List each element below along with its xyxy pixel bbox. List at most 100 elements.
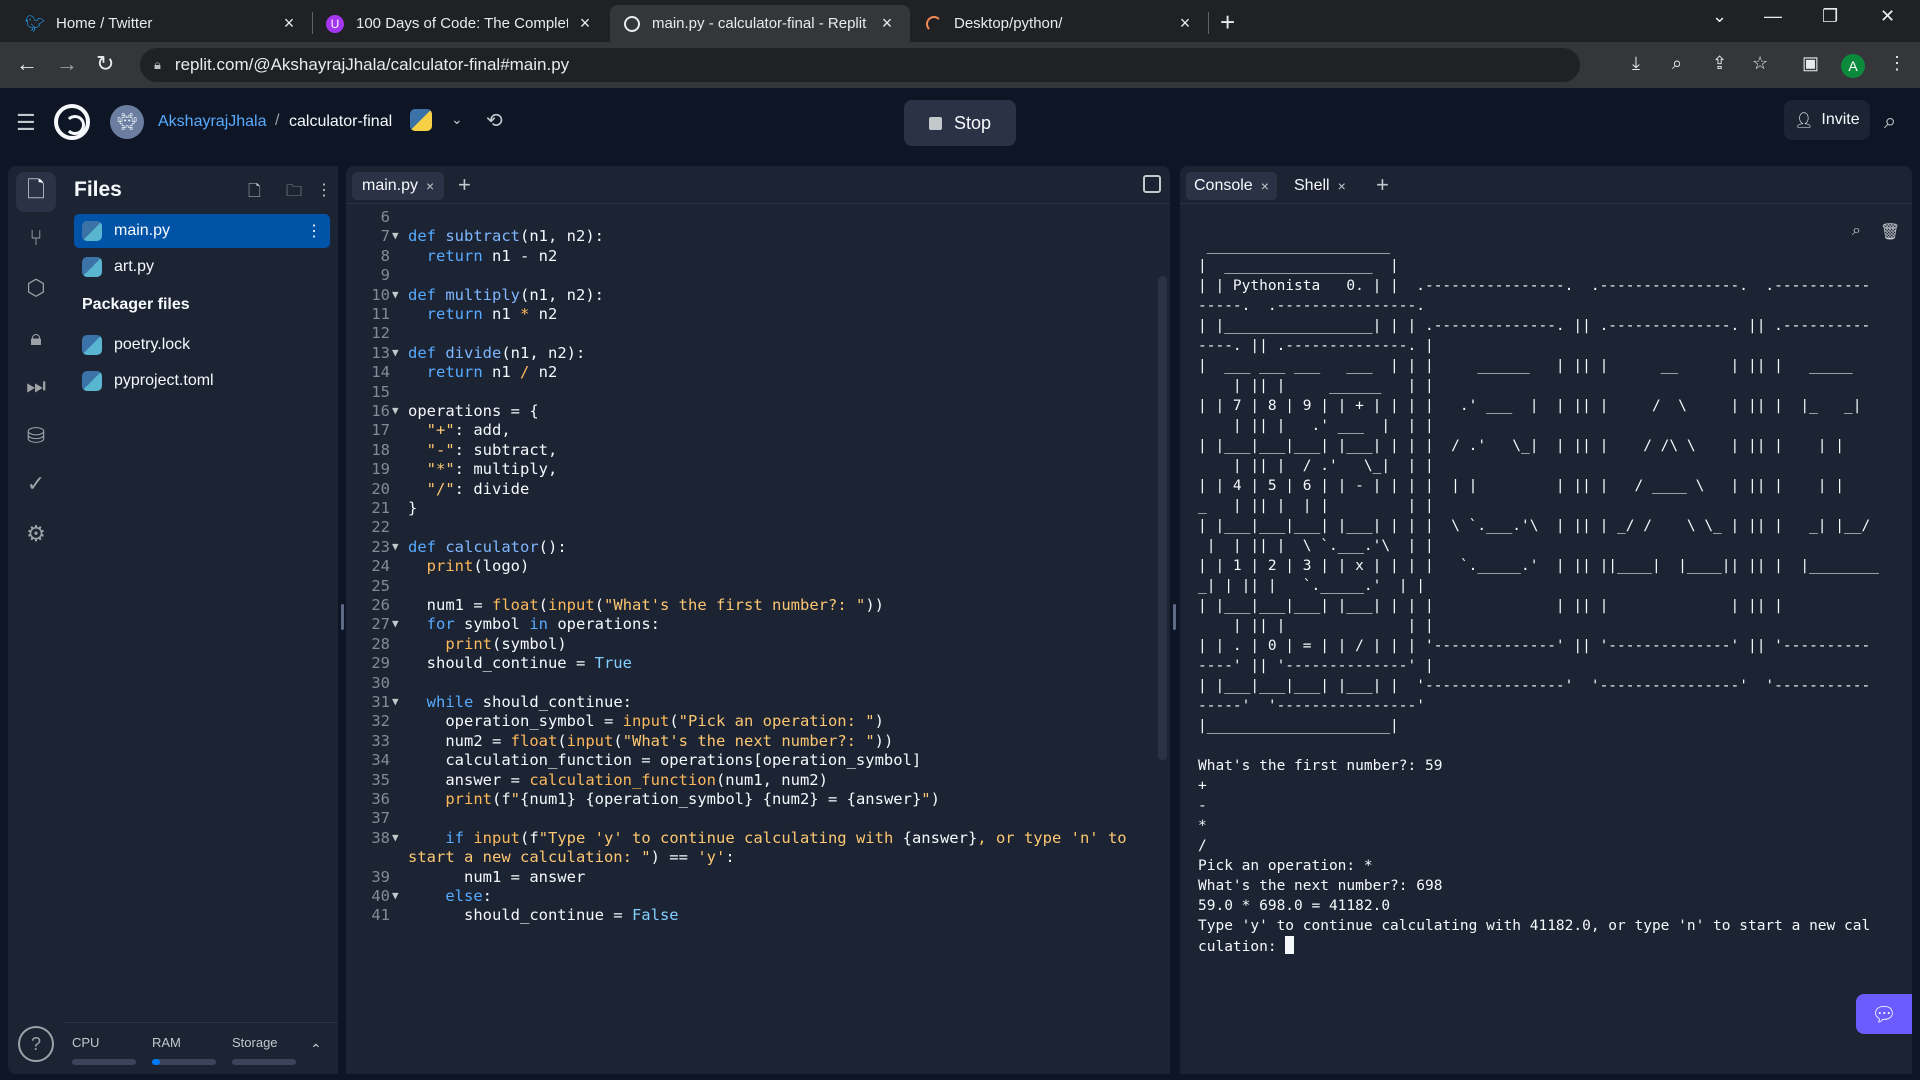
cpu-usage-bar <box>72 1059 136 1065</box>
file-item-poetry-lock[interactable]: poetry.lock <box>74 328 330 362</box>
browser-menu-icon[interactable]: ⋮ <box>1888 53 1906 74</box>
profile-avatar[interactable]: A <box>1841 54 1865 78</box>
stop-label: Stop <box>953 112 992 133</box>
replit-logo-icon[interactable] <box>54 104 90 140</box>
new-tab-button[interactable]: + <box>1220 7 1235 38</box>
file-options-icon[interactable]: ⋮ <box>306 221 322 241</box>
repl-name[interactable]: calculator-final <box>289 113 392 131</box>
close-tab-icon[interactable]: × <box>878 13 896 34</box>
tab-search-chevron-icon[interactable]: ⌄ <box>1712 6 1727 27</box>
bookmark-star-icon[interactable]: ☆ <box>1752 53 1768 74</box>
add-tab-icon[interactable]: + <box>1376 172 1389 198</box>
reload-icon[interactable]: ↻ <box>96 51 114 77</box>
close-window-button[interactable]: ✕ <box>1880 6 1895 27</box>
fold-arrow-icon[interactable]: ▼ <box>392 885 399 907</box>
chevron-down-icon[interactable]: ⌄ <box>451 111 463 128</box>
python-file-icon <box>82 221 102 241</box>
fold-arrow-icon[interactable]: ▼ <box>392 691 399 713</box>
chevron-up-icon[interactable]: ⌃ <box>310 1041 322 1058</box>
side-panel-icon[interactable]: ▣ <box>1802 53 1819 74</box>
close-icon[interactable]: × <box>1261 178 1269 194</box>
text-cursor <box>1285 936 1295 954</box>
code-text: return n1 / n2 <box>426 363 558 382</box>
forward-arrow-icon[interactable]: → <box>56 51 78 77</box>
close-tab-icon[interactable]: × <box>280 13 298 34</box>
back-arrow-icon[interactable]: ← <box>16 51 38 77</box>
new-file-icon[interactable]: 🗋︎ <box>248 180 261 207</box>
fold-arrow-icon[interactable]: ▼ <box>392 613 399 635</box>
console-tab-label: Console <box>1194 177 1253 194</box>
lock-icon: 🔒︎ <box>154 57 161 72</box>
unit-tests-check-icon[interactable]: ✓ <box>16 464 56 504</box>
close-icon[interactable]: × <box>1338 178 1346 194</box>
browser-tab-twitter[interactable]: 🐦︎ Home / Twitter × <box>12 5 312 42</box>
tab-shell[interactable]: Shell × <box>1286 172 1354 200</box>
packager-files-heading: Packager files <box>82 296 190 313</box>
help-icon[interactable]: ? <box>18 1026 54 1062</box>
files-menu-icon[interactable]: ⋮ <box>316 180 332 200</box>
file-item-art-py[interactable]: art.py <box>74 250 330 284</box>
search-icon[interactable]: ⌕ <box>1884 108 1896 134</box>
editor-tab-main-py[interactable]: main.py × <box>352 172 445 200</box>
hamburger-menu-icon[interactable]: ☰ <box>16 110 36 136</box>
code-area[interactable]: 6 7 ▼ def subtract(n1, n2): 8 return n1 - n2… <box>346 204 1156 1074</box>
file-item-main-py[interactable]: main.py ⋮ <box>74 214 330 248</box>
file-name: pyproject.toml <box>114 372 214 389</box>
add-tab-icon[interactable]: + <box>458 172 471 198</box>
install-app-icon[interactable]: ⤓ <box>1632 53 1640 74</box>
username-link[interactable]: AkshayrajJhala <box>158 113 267 131</box>
file-item-pyproject-toml[interactable]: pyproject.toml <box>74 364 330 398</box>
ram-usage-fill <box>152 1059 160 1065</box>
file-name: poetry.lock <box>114 336 191 353</box>
fold-arrow-icon[interactable]: ▼ <box>392 827 399 849</box>
python-language-icon[interactable] <box>410 109 432 131</box>
code-text: should_continue = False <box>408 906 679 925</box>
new-folder-icon[interactable]: 🗀︎ <box>286 180 302 207</box>
history-icon[interactable]: ⟲ <box>486 108 503 133</box>
editor-tab-label: main.py <box>362 177 419 194</box>
stop-button[interactable]: Stop <box>904 100 1016 146</box>
line-number: 41 <box>371 906 390 925</box>
console-output-text: _____________________ | ________________… <box>1198 238 1879 955</box>
secrets-lock-icon[interactable]: 🔒︎ <box>16 318 56 358</box>
fold-arrow-icon[interactable]: ▼ <box>392 536 399 558</box>
tab-console[interactable]: Console × <box>1186 172 1277 200</box>
fold-arrow-icon[interactable]: ▼ <box>392 284 399 306</box>
console-output[interactable]: _____________________ | ________________… <box>1198 236 1898 957</box>
replit-icon <box>624 15 640 32</box>
storage-usage-bar <box>232 1059 296 1065</box>
chat-feedback-button[interactable]: 💬︎ <box>1856 994 1912 1034</box>
address-bar[interactable]: 🔒︎ replit.com/@AkshayrajJhala/calculator… <box>140 48 1580 82</box>
stop-icon <box>928 116 942 130</box>
browser-tab-udemy[interactable]: U 100 Days of Code: The Complete × <box>312 5 608 42</box>
editor-layout-icon[interactable] <box>1143 175 1161 193</box>
close-tab-icon[interactable]: × <box>576 13 594 34</box>
version-control-icon[interactable]: ⑂ <box>16 218 56 258</box>
breadcrumb-separator: / <box>275 112 280 129</box>
editor-console-resize-handle[interactable] <box>1173 604 1176 630</box>
share-icon[interactable]: ⇪ <box>1712 53 1727 74</box>
files-tool-icon[interactable]: 🗋︎ <box>16 172 56 212</box>
files-editor-resize-handle[interactable] <box>341 604 344 630</box>
console-pane: Console × Shell × + ⌕ 🗑︎ _______________… <box>1180 166 1912 1074</box>
browser-tab-replit[interactable]: main.py - calculator-final - Replit × <box>610 5 910 42</box>
invite-button[interactable]: 👤︎ Invite <box>1784 100 1870 140</box>
fold-arrow-icon[interactable]: ▼ <box>392 225 399 247</box>
zoom-icon[interactable]: ⌕ <box>1672 53 1682 74</box>
fold-arrow-icon[interactable]: ▼ <box>392 400 399 422</box>
code-editor-pane: main.py × + 6 7 ▼ def subtract(n1, n2): 8 re… <box>346 166 1170 1074</box>
packages-cube-icon[interactable]: ⬡ <box>16 268 56 308</box>
browser-tab-desktop-python[interactable]: Desktop/python/ × <box>912 5 1208 42</box>
shell-tab-label: Shell <box>1294 177 1330 194</box>
close-tab-icon[interactable]: × <box>1176 13 1194 34</box>
debugger-icon[interactable]: ⏭︎ <box>16 366 56 406</box>
editor-scrollbar[interactable] <box>1158 276 1167 760</box>
restore-window-button[interactable]: ❐ <box>1822 6 1838 27</box>
settings-gear-icon[interactable]: ⚙ <box>16 514 56 554</box>
resource-usage[interactable]: CPU RAM Storage ⌃ <box>64 1022 338 1074</box>
minimize-window-button[interactable]: — <box>1764 6 1782 27</box>
user-avatar[interactable]: 👾︎ <box>110 105 144 139</box>
close-icon[interactable]: × <box>426 178 434 194</box>
database-icon[interactable]: ⛁ <box>16 416 56 456</box>
fold-arrow-icon[interactable]: ▼ <box>392 342 399 364</box>
